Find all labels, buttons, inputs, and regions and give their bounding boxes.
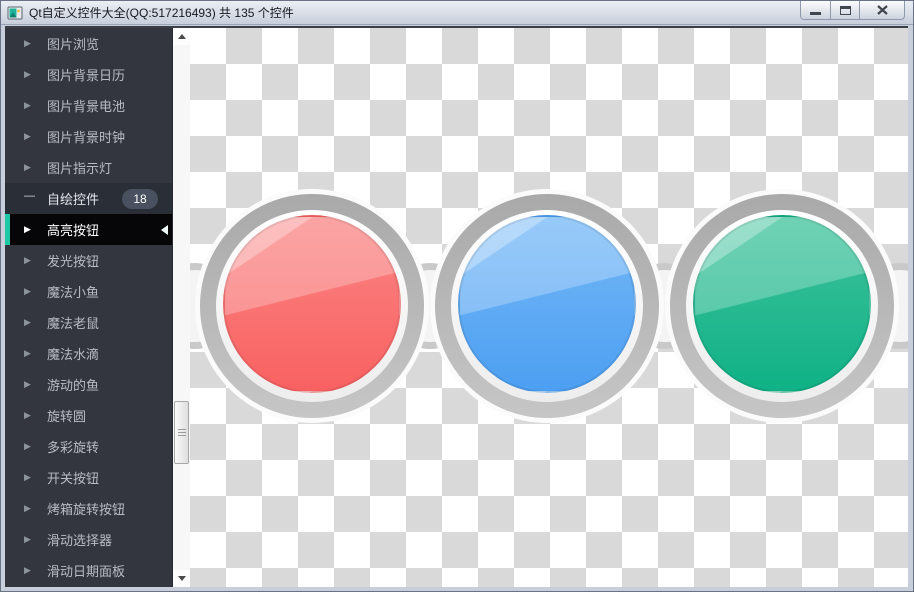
- expand-arrow-icon: ▶: [24, 410, 31, 420]
- blue-glossy-ball: [458, 215, 636, 393]
- count-badge: 18: [122, 188, 158, 209]
- app-icon: [7, 5, 23, 21]
- sidebar-item-label: 图片背景日历: [47, 68, 126, 83]
- sidebar-item-image-browse[interactable]: ▶ 图片浏览: [5, 28, 172, 59]
- sidebar-item-label: 魔法老鼠: [47, 316, 100, 331]
- red-glossy-ball: [223, 215, 401, 393]
- expand-arrow-icon: ▶: [24, 317, 31, 327]
- close-button[interactable]: [860, 1, 905, 20]
- window-controls: [800, 1, 905, 20]
- expand-arrow-icon: ▶: [24, 255, 31, 265]
- close-icon: [876, 5, 888, 15]
- triangle-down-icon: [177, 576, 186, 581]
- minimize-button[interactable]: [800, 1, 831, 20]
- expand-arrow-icon: ▶: [24, 100, 31, 110]
- sidebar-nav: ▶ 图片浏览 ▶ 图片背景日历 ▶ 图片背景电池 ▶ 图片背景时钟 ▶ 图片指示…: [5, 28, 172, 587]
- expand-arrow-icon: ▶: [24, 441, 31, 451]
- expand-arrow-icon: ▶: [24, 38, 31, 48]
- triangle-up-icon: [177, 34, 186, 39]
- sidebar-item-label: 旋转圆: [47, 409, 87, 424]
- sidebar-scrollbar[interactable]: [172, 28, 190, 587]
- collapse-minus-icon: —: [24, 190, 35, 202]
- preview-canvas: [190, 28, 908, 587]
- window-title: Qt自定义控件大全(QQ:517216493) 共 135 个控件: [29, 6, 294, 20]
- sidebar-item-slide-selector[interactable]: ▶ 滑动选择器: [5, 524, 172, 555]
- sidebar-item-swimming-fish[interactable]: ▶ 游动的鱼: [5, 369, 172, 400]
- red-highlight-button[interactable]: [195, 189, 429, 423]
- sidebar-item-label: 图片背景时钟: [47, 130, 126, 145]
- expand-arrow-icon: ▶: [24, 472, 31, 482]
- scroll-down-button[interactable]: [173, 570, 190, 587]
- maximize-button[interactable]: [831, 1, 860, 20]
- sidebar-item-oven-knob[interactable]: ▶ 烤箱旋转按钮: [5, 493, 172, 524]
- sidebar-item-image-indicator[interactable]: ▶ 图片指示灯: [5, 152, 172, 183]
- sidebar-item-magic-mouse[interactable]: ▶ 魔法老鼠: [5, 307, 172, 338]
- green-glossy-ball: [693, 215, 871, 393]
- sidebar-item-magic-fish[interactable]: ▶ 魔法小鱼: [5, 276, 172, 307]
- sidebar-item-label: 图片浏览: [47, 37, 100, 52]
- sidebar-item-label: 烤箱旋转按钮: [47, 502, 126, 517]
- sidebar-group-custom-drawn[interactable]: — 自绘控件 18: [5, 183, 172, 214]
- expand-arrow-icon: ▶: [24, 131, 31, 141]
- selected-marker-icon: [161, 224, 168, 235]
- sidebar-item-glow-button[interactable]: ▶ 发光按钮: [5, 245, 172, 276]
- scroll-up-button[interactable]: [173, 28, 190, 45]
- sidebar-item-label: 游动的鱼: [47, 378, 100, 393]
- sidebar-item-label: 图片背景电池: [47, 99, 126, 114]
- sidebar-item-label: 魔法水滴: [47, 347, 100, 362]
- thumb-grip-icon: [177, 428, 186, 437]
- sidebar-item-label: 魔法小鱼: [47, 285, 100, 300]
- expand-arrow-icon: ▶: [24, 69, 31, 79]
- expand-arrow-icon: ▶: [24, 286, 31, 296]
- sidebar-item-label: 图片指示灯: [47, 161, 113, 176]
- sidebar-item-image-calendar[interactable]: ▶ 图片背景日历: [5, 59, 172, 90]
- sidebar-item-label: 滑动选择器: [47, 533, 113, 548]
- expand-arrow-icon: ▶: [24, 565, 31, 575]
- title-bar[interactable]: Qt自定义控件大全(QQ:517216493) 共 135 个控件: [1, 1, 913, 25]
- expand-arrow-icon: ▶: [24, 379, 31, 389]
- sidebar-item-label: 多彩旋转: [47, 440, 100, 455]
- sidebar-group-label: 自绘控件: [47, 192, 100, 207]
- expand-arrow-icon: ▶: [24, 348, 31, 358]
- sidebar-item-label: 发光按钮: [47, 254, 100, 269]
- sidebar-item-switch-button[interactable]: ▶ 开关按钮: [5, 462, 172, 493]
- content-frame: ▶ 图片浏览 ▶ 图片背景日历 ▶ 图片背景电池 ▶ 图片背景时钟 ▶ 图片指示…: [5, 26, 908, 587]
- sidebar-item-highlight-button[interactable]: ▶ 高亮按钮: [5, 214, 172, 245]
- sidebar-item-rotating-circle[interactable]: ▶ 旋转圆: [5, 400, 172, 431]
- expand-arrow-icon: ▶: [24, 162, 31, 172]
- green-highlight-button[interactable]: [665, 189, 899, 423]
- sidebar-item-colorful-rotation[interactable]: ▶ 多彩旋转: [5, 431, 172, 462]
- app-window: Qt自定义控件大全(QQ:517216493) 共 135 个控件 ▶ 图片浏览…: [0, 0, 914, 592]
- maximize-icon: [839, 5, 851, 15]
- sidebar-item-image-clock[interactable]: ▶ 图片背景时钟: [5, 121, 172, 152]
- minimize-icon: [810, 11, 821, 15]
- sidebar-item-magic-drop[interactable]: ▶ 魔法水滴: [5, 338, 172, 369]
- blue-highlight-button[interactable]: [430, 189, 664, 423]
- sidebar-item-slide-date-panel[interactable]: ▶ 滑动日期面板: [5, 555, 172, 586]
- scrollbar-thumb[interactable]: [174, 401, 189, 464]
- sidebar-item-label: 开关按钮: [47, 471, 100, 486]
- selection-accent-bar: [5, 214, 10, 245]
- sidebar-item-image-battery[interactable]: ▶ 图片背景电池: [5, 90, 172, 121]
- sidebar-item-label: 高亮按钮: [47, 223, 100, 238]
- expand-arrow-icon: ▶: [24, 503, 31, 513]
- expand-arrow-icon: ▶: [24, 224, 31, 234]
- sidebar-item-label: 滑动日期面板: [47, 564, 126, 579]
- expand-arrow-icon: ▶: [24, 534, 31, 544]
